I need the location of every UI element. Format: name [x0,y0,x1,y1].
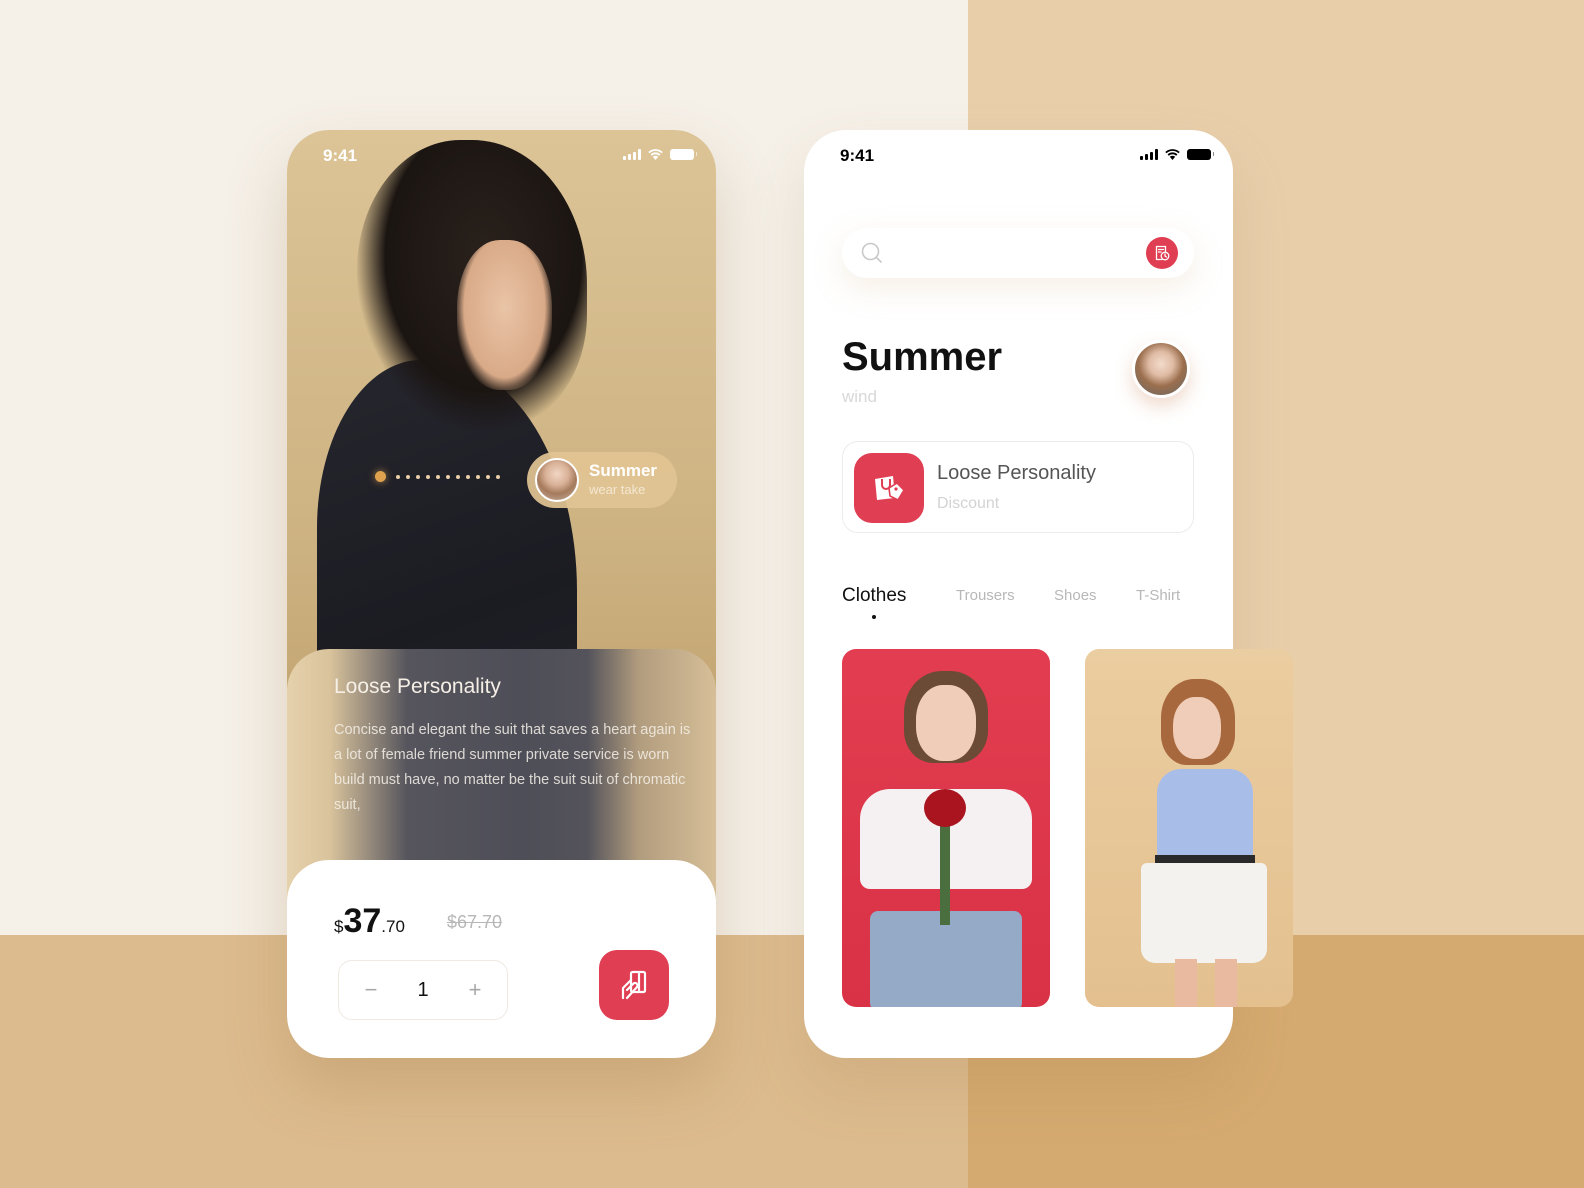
status-bar: 9:41 [804,130,1233,180]
promo-card[interactable]: Loose Personality Discount [842,441,1194,533]
pager-dot[interactable] [456,474,460,479]
pager-dot[interactable] [406,474,410,479]
status-time: 9:41 [323,146,358,165]
tab-clothes[interactable]: Clothes [842,585,906,607]
photo-skirt [1141,863,1267,963]
photo-leg [1215,959,1237,1007]
pager-dot[interactable] [436,474,440,479]
quantity-stepper: − 1 + [338,960,508,1020]
model-chip-subtitle: wear take [589,482,646,497]
photo-top [1157,769,1253,859]
photo-face [1173,697,1221,759]
search-icon [861,242,882,263]
signal-icon [623,148,641,160]
profile-avatar[interactable] [1132,340,1190,398]
pager-dot[interactable] [476,474,480,479]
purchase-card: $ 37 .70 $67.70 − 1 + [287,860,716,1058]
photo-roses [924,789,966,827]
history-icon [1155,245,1170,261]
model-chip[interactable]: Summer wear take [527,452,677,508]
tab-shoes[interactable]: Shoes [1054,587,1097,604]
buy-button[interactable] [599,950,669,1020]
wifi-icon [1165,149,1180,160]
model-avatar [535,458,579,502]
shopping-tag-icon [875,476,906,502]
battery-icon [1187,148,1214,160]
tab-trousers[interactable]: Trousers [956,587,1015,604]
tab-t-shirt[interactable]: T-Shirt [1136,587,1180,604]
pager-dot[interactable] [496,474,500,479]
status-icons [623,148,697,160]
pager-dot[interactable] [416,474,420,479]
price-integer: 37 [343,902,382,940]
wifi-icon [648,149,663,160]
price-decimal: .70 [381,917,405,936]
hero-model-photo [287,130,716,780]
promo-title: Loose Personality [937,462,1096,484]
hand-card-icon [621,970,647,1000]
photo-face [916,685,976,761]
page-subtitle: wind [842,387,877,406]
pager-dot[interactable] [486,474,490,479]
photo-rose-stems [940,825,950,925]
quantity-value: 1 [417,978,429,1001]
signal-icon [1140,148,1158,160]
page-title: Summer [842,335,1003,379]
active-tab-indicator [872,615,876,619]
decrease-quantity-button[interactable]: − [361,977,381,1003]
status-bar: 9:41 [287,130,716,180]
product-card[interactable] [842,649,1050,1007]
price-currency: $ [334,917,344,936]
battery-icon [670,148,697,160]
photo-jeans [870,911,1022,1007]
increase-quantity-button[interactable]: + [465,977,485,1003]
promo-icon-tile [854,453,924,523]
search-bar [842,228,1194,278]
browse-screen: 9:41 Summer wind Loose Personality Disco… [804,130,1293,1058]
photo-belt [1155,855,1255,863]
search-history-button[interactable] [1146,237,1178,269]
product-description: Concise and elegant the suit that saves … [334,722,691,813]
image-pager[interactable] [375,471,500,482]
status-icons [1140,148,1214,160]
pager-dot[interactable] [426,474,430,479]
status-time: 9:41 [840,146,875,165]
photo-leg [1175,959,1197,1007]
model-chip-title: Summer [589,461,658,480]
pager-dot[interactable] [375,471,386,482]
product-card[interactable] [1085,649,1293,1007]
promo-subtitle: Discount [937,495,1000,512]
product-title: Loose Personality [334,675,501,698]
search-input[interactable] [892,238,1132,268]
price: $ 37 .70 [334,902,405,941]
original-price: $67.70 [447,912,503,932]
pager-dot[interactable] [466,474,470,479]
category-tabs: Clothes Trousers Shoes T-Shirt [842,585,1194,627]
pager-dot[interactable] [396,474,400,479]
photo-face [457,240,552,390]
pager-dot[interactable] [446,474,450,479]
product-detail-screen: 9:41 Summer wear take Loose Personality … [287,130,716,1058]
